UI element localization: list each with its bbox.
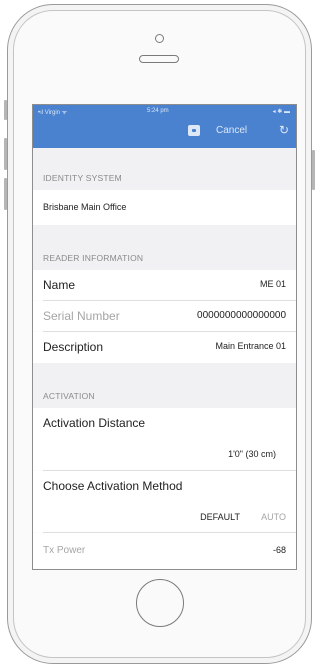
- section-header-activation: ACTIVATION: [33, 363, 296, 408]
- earpiece-speaker: [139, 55, 179, 63]
- activation-distance-label: Activation Distance: [43, 416, 146, 430]
- activation-distance-value: 1'0" (30 cm): [228, 449, 276, 459]
- section-header-reader: READER INFORMATION: [33, 225, 296, 270]
- description-value: Main Entrance 01: [215, 341, 286, 351]
- status-time: 5:24 pm: [147, 108, 169, 114]
- activation-method-row: Choose Activation Method DEFAULT AUTO: [33, 471, 296, 532]
- nav-header: •ıl Virgin ᯤ 5:24 pm ◂ ✱ ▬ Cancel ↻: [33, 105, 296, 148]
- reader-name-row[interactable]: Name ME 01: [33, 270, 296, 300]
- status-bar: •ıl Virgin ᯤ 5:24 pm ◂ ✱ ▬: [33, 105, 296, 117]
- tx-power-label: Tx Power: [43, 545, 86, 556]
- front-camera: [155, 34, 164, 43]
- name-label: Name: [43, 278, 76, 292]
- activation-method-default[interactable]: DEFAULT: [200, 512, 240, 522]
- home-button[interactable]: [136, 579, 184, 627]
- app-screen: •ıl Virgin ᯤ 5:24 pm ◂ ✱ ▬ Cancel ↻ IDEN…: [32, 104, 297, 570]
- tx-power-row[interactable]: Tx Power -68: [33, 533, 296, 569]
- serial-number-row: Serial Number 0000000000000000: [33, 301, 296, 331]
- refresh-icon[interactable]: ↻: [279, 123, 289, 137]
- identity-system-row[interactable]: Brisbane Main Office: [33, 190, 296, 225]
- section-title: ACTIVATION: [43, 391, 95, 401]
- serial-number-value: 0000000000000000: [197, 310, 286, 321]
- section-title: READER INFORMATION: [43, 253, 144, 263]
- name-value: ME 01: [259, 279, 286, 289]
- section-title: IDENTITY SYSTEM: [43, 173, 122, 183]
- volume-up-button: [4, 138, 7, 170]
- carrier-signal: •ıl Virgin ᯤ: [38, 110, 68, 116]
- activation-distance-row[interactable]: Activation Distance 1'0" (30 cm): [33, 408, 296, 470]
- section-header-identity: IDENTITY SYSTEM: [33, 148, 296, 190]
- volume-down-button: [4, 178, 7, 210]
- tx-power-value: -68: [272, 545, 286, 555]
- description-row[interactable]: Description Main Entrance 01: [33, 332, 296, 363]
- activation-method-label: Choose Activation Method: [43, 479, 183, 493]
- serial-number-label: Serial Number: [43, 309, 120, 323]
- mute-switch: [4, 100, 7, 120]
- cancel-button[interactable]: Cancel: [216, 125, 247, 136]
- activation-method-auto[interactable]: AUTO: [261, 512, 286, 522]
- description-label: Description: [43, 340, 104, 354]
- save-icon[interactable]: [188, 125, 200, 136]
- identity-system-value: Brisbane Main Office: [43, 202, 127, 212]
- power-button: [312, 150, 315, 190]
- battery-icon: ◂ ✱ ▬: [272, 109, 290, 115]
